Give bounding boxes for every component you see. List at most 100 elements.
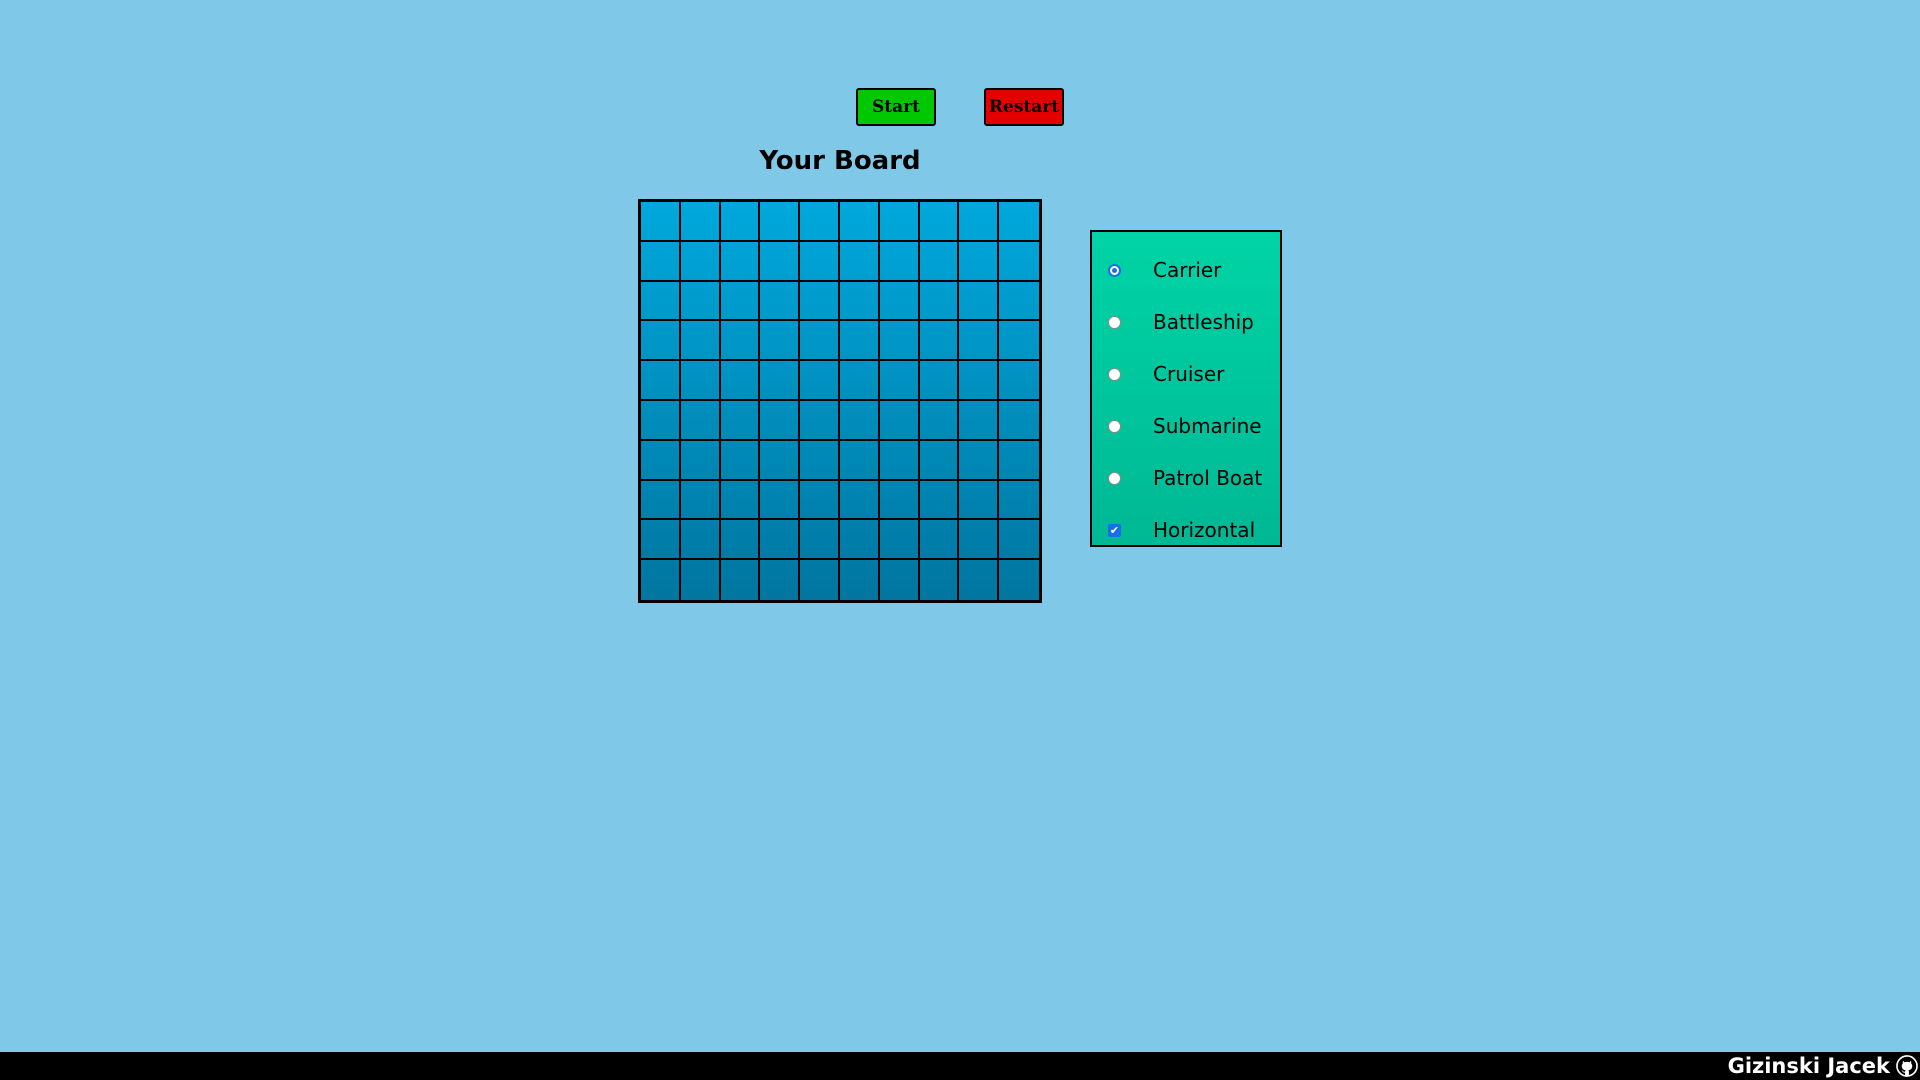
board-cell[interactable] [919, 202, 960, 242]
patrol-boat-radio[interactable] [1108, 471, 1121, 485]
horizontal-checkbox[interactable]: ✔ [1108, 523, 1121, 537]
restart-button[interactable]: Restart [984, 88, 1064, 126]
ship-option-carrier[interactable]: Carrier [1092, 244, 1280, 296]
board-cell[interactable] [839, 400, 880, 441]
board-cell[interactable] [641, 361, 681, 401]
ship-option-patrol-boat[interactable]: Patrol Boat [1092, 452, 1280, 504]
board-cell[interactable] [879, 202, 920, 242]
board-cell[interactable] [879, 480, 920, 521]
board-cell[interactable] [720, 241, 761, 282]
board-cell[interactable] [959, 440, 1000, 481]
board-cell[interactable] [760, 202, 801, 242]
board-cell[interactable] [840, 560, 880, 600]
board-cell[interactable] [760, 400, 801, 441]
board-cell[interactable] [720, 520, 761, 561]
board-cell[interactable] [760, 480, 801, 521]
board-cell[interactable] [879, 400, 920, 441]
board-cell[interactable] [919, 400, 960, 441]
board-cell[interactable] [999, 560, 1039, 600]
board-cell[interactable] [760, 361, 801, 401]
board-cell[interactable] [721, 560, 761, 600]
board-cell[interactable] [879, 440, 920, 481]
board-cell[interactable] [839, 321, 880, 362]
board-cell[interactable] [800, 560, 840, 600]
board-cell[interactable] [999, 441, 1039, 481]
board-cell[interactable] [920, 560, 960, 600]
board-cell[interactable] [879, 281, 920, 322]
board-cell[interactable] [999, 401, 1039, 441]
board-cell[interactable] [919, 321, 960, 362]
board-cell[interactable] [839, 241, 880, 282]
board-cell[interactable] [720, 281, 761, 322]
board-cell[interactable] [680, 361, 721, 401]
submarine-radio[interactable] [1108, 419, 1121, 433]
board-cell[interactable] [959, 202, 1000, 242]
board-cell[interactable] [959, 400, 1000, 441]
board-cell[interactable] [879, 520, 920, 561]
ship-option-submarine[interactable]: Submarine [1092, 400, 1280, 452]
board-cell[interactable] [959, 480, 1000, 521]
board-cell[interactable] [919, 440, 960, 481]
board-cell[interactable] [680, 281, 721, 322]
board-cell[interactable] [760, 241, 801, 282]
board-cell[interactable] [999, 361, 1039, 401]
ship-option-battleship[interactable]: Battleship [1092, 296, 1280, 348]
board-cell[interactable] [800, 241, 840, 282]
board-cell[interactable] [999, 321, 1039, 362]
board-cell[interactable] [641, 241, 681, 282]
board-cell[interactable] [879, 361, 920, 401]
board-cell[interactable] [999, 282, 1039, 322]
board-cell[interactable] [919, 480, 960, 521]
board-cell[interactable] [760, 560, 801, 600]
board-cell[interactable] [999, 242, 1039, 282]
board-cell[interactable] [760, 321, 801, 362]
board-cell[interactable] [680, 440, 721, 481]
board-cell[interactable] [800, 281, 840, 322]
board-cell[interactable] [800, 480, 840, 521]
board-cell[interactable] [959, 321, 1000, 362]
board-cell[interactable] [680, 480, 721, 521]
board-cell[interactable] [641, 202, 681, 242]
board-cell[interactable] [999, 481, 1039, 521]
board-cell[interactable] [760, 281, 801, 322]
board-cell[interactable] [800, 321, 840, 362]
board-cell[interactable] [680, 321, 721, 362]
board-cell[interactable] [919, 361, 960, 401]
board-cell[interactable] [800, 202, 840, 242]
board-cell[interactable] [680, 241, 721, 282]
carrier-radio[interactable] [1108, 263, 1121, 277]
board-cell[interactable] [839, 480, 880, 521]
board-cell[interactable] [720, 440, 761, 481]
board-cell[interactable] [800, 520, 840, 561]
board-cell[interactable] [839, 520, 880, 561]
board-cell[interactable] [720, 202, 761, 242]
board-cell[interactable] [959, 281, 1000, 322]
board-cell[interactable] [999, 202, 1039, 242]
orientation-option-horizontal[interactable]: ✔ Horizontal [1092, 504, 1280, 556]
board-cell[interactable] [800, 361, 840, 401]
board-cell[interactable] [641, 281, 681, 322]
board-cell[interactable] [919, 241, 960, 282]
board-cell[interactable] [880, 560, 920, 600]
board-cell[interactable] [879, 321, 920, 362]
board-cell[interactable] [959, 241, 1000, 282]
start-button[interactable]: Start [856, 88, 936, 126]
cruiser-radio[interactable] [1108, 367, 1121, 381]
board-cell[interactable] [680, 202, 721, 242]
battleship-radio[interactable] [1108, 315, 1121, 329]
board-cell[interactable] [839, 440, 880, 481]
board-cell[interactable] [760, 520, 801, 561]
board-cell[interactable] [959, 520, 1000, 561]
ship-option-cruiser[interactable]: Cruiser [1092, 348, 1280, 400]
board-cell[interactable] [641, 480, 681, 521]
board-cell[interactable] [959, 361, 1000, 401]
board-cell[interactable] [680, 520, 721, 561]
board-cell[interactable] [681, 560, 721, 600]
board-cell[interactable] [839, 281, 880, 322]
board-cell[interactable] [879, 241, 920, 282]
board-cell[interactable] [919, 281, 960, 322]
board-cell[interactable] [720, 321, 761, 362]
board-cell[interactable] [959, 560, 1000, 600]
board-cell[interactable] [839, 361, 880, 401]
board-cell[interactable] [641, 440, 681, 481]
